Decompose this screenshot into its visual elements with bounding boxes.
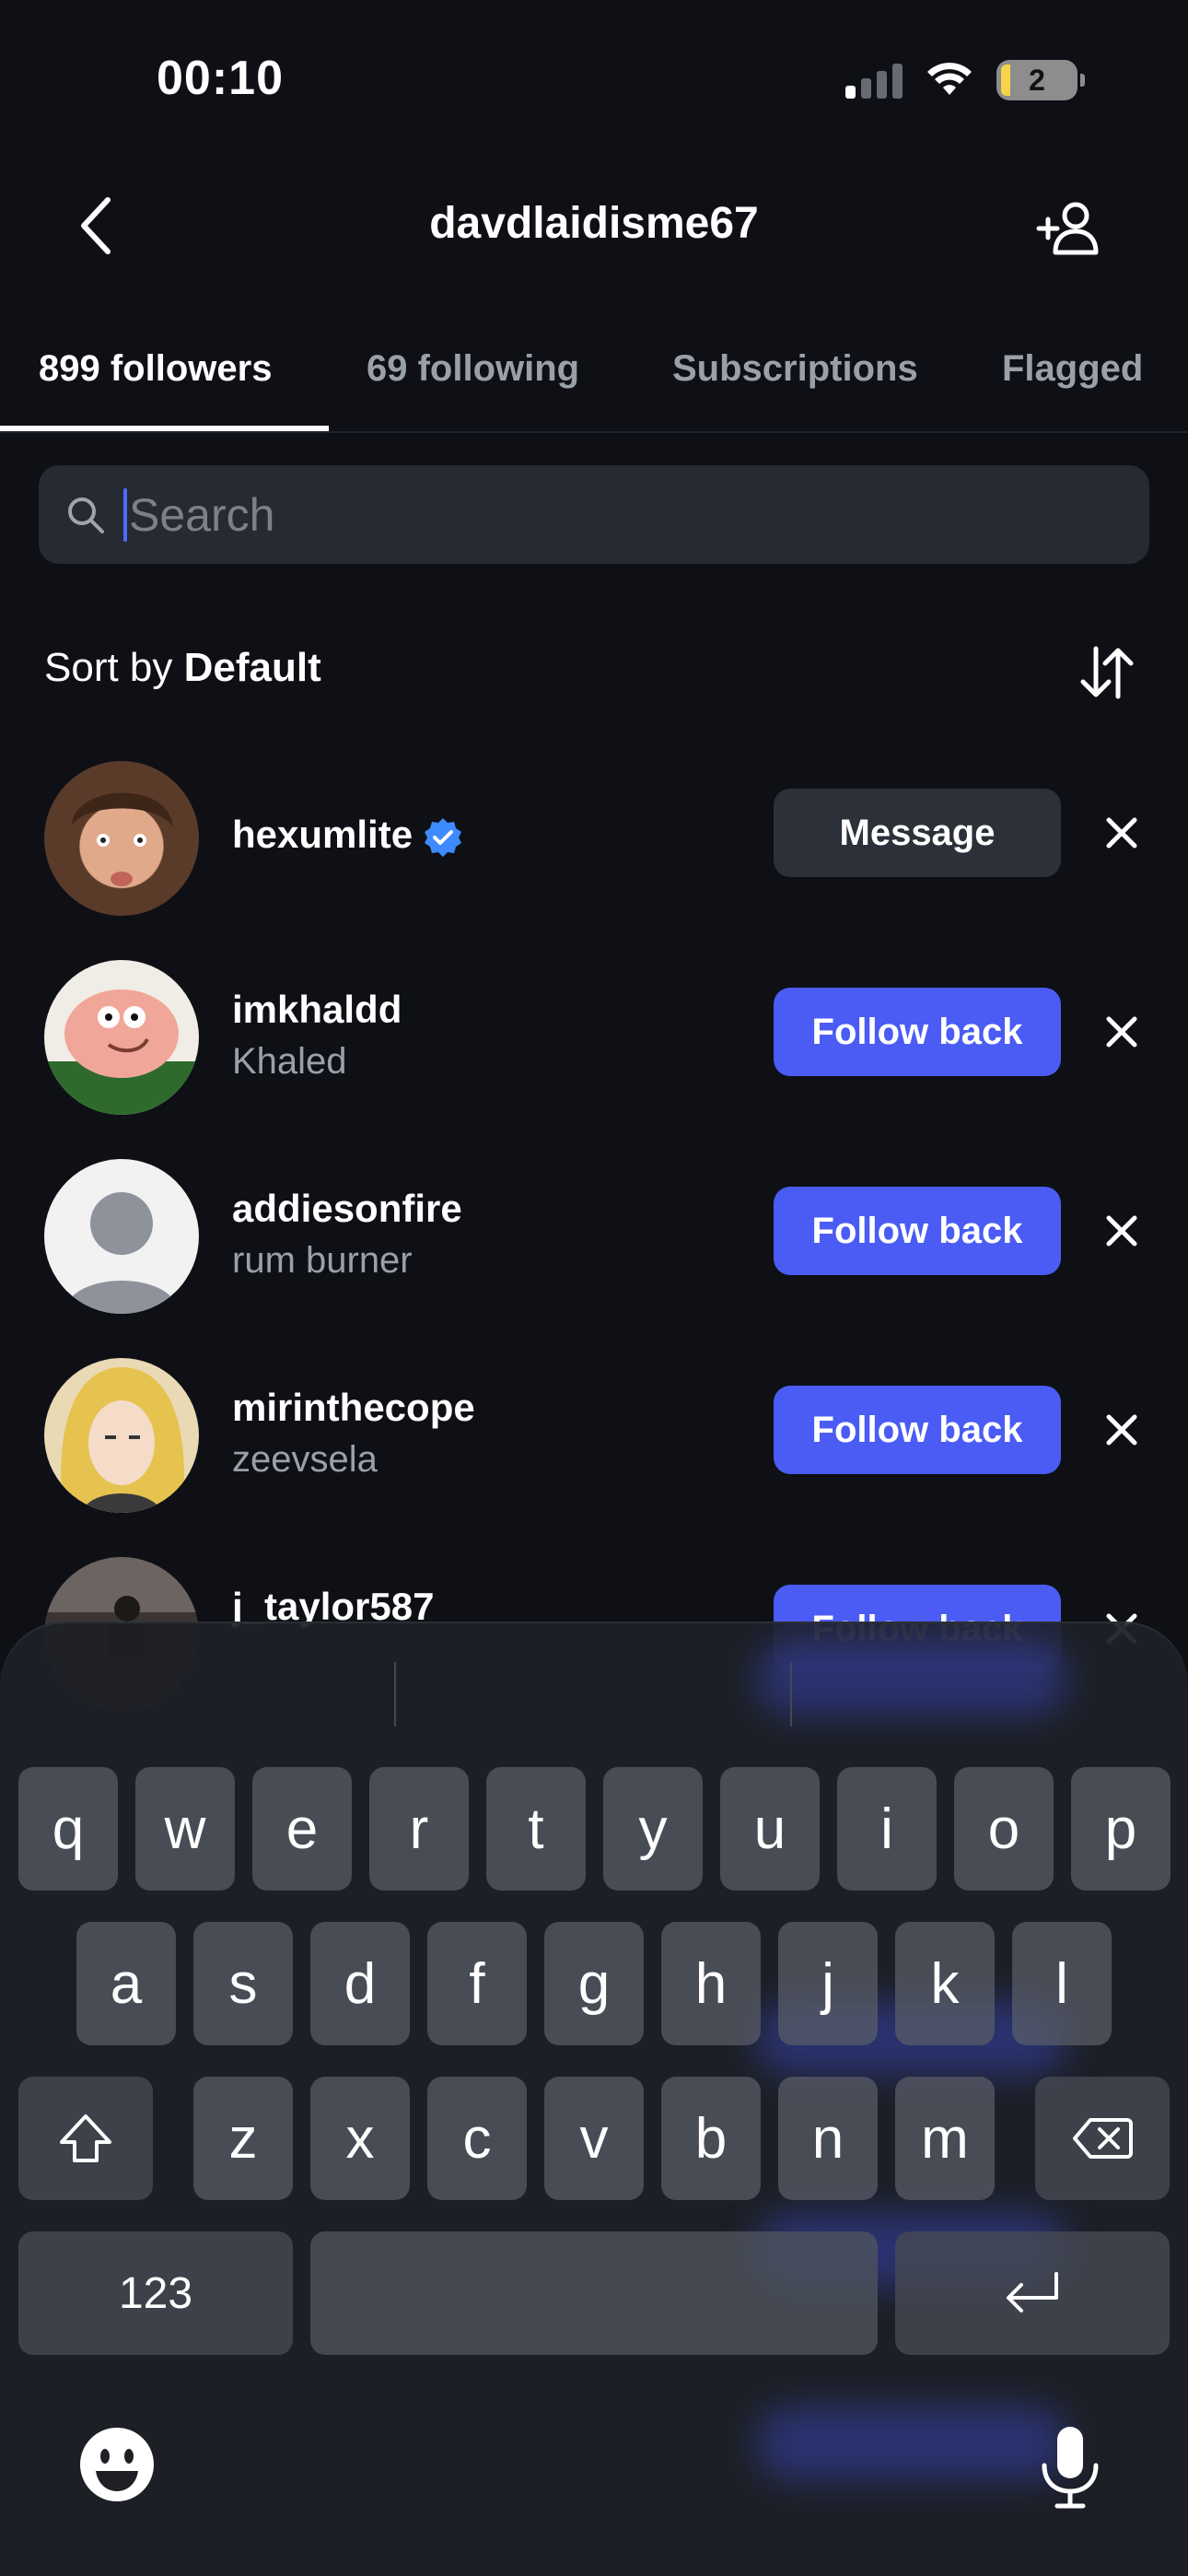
active-tab-indicator: [0, 426, 329, 431]
page-title: davdlaidisme67: [429, 199, 759, 248]
remove-follower-button[interactable]: [1094, 1004, 1149, 1060]
follow-back-button[interactable]: Follow back: [774, 1386, 1061, 1474]
key-c[interactable]: c: [427, 2077, 527, 2200]
key-x[interactable]: x: [310, 2077, 410, 2200]
list-item[interactable]: addiesonfire rum burner Follow back: [0, 1122, 1188, 1321]
display-name: Khaled: [232, 1041, 347, 1082]
key-s[interactable]: s: [193, 1922, 293, 2045]
username-text: hexumlite: [232, 813, 413, 856]
suggestion-divider: [394, 1662, 396, 1727]
key-o[interactable]: o: [954, 1767, 1054, 1891]
key-a[interactable]: a: [76, 1922, 176, 2045]
tab-following[interactable]: 69 following: [367, 348, 579, 390]
add-user-icon: [1036, 202, 1099, 255]
close-icon: [1106, 1215, 1137, 1247]
key-g[interactable]: g: [544, 1922, 644, 2045]
username[interactable]: addiesonfire: [232, 1187, 462, 1231]
battery-level: 2: [1029, 63, 1045, 97]
sort-arrows-icon: [1080, 646, 1134, 699]
return-key[interactable]: [895, 2231, 1170, 2355]
tab-bar: 899 followers 69 following Subscriptions…: [0, 341, 1188, 433]
key-m[interactable]: m: [895, 2077, 995, 2200]
search-icon: [64, 494, 107, 536]
text-cursor: [123, 487, 127, 542]
dictation-button[interactable]: [1035, 2423, 1105, 2512]
remove-follower-button[interactable]: [1094, 1203, 1149, 1259]
key-n[interactable]: n: [778, 2077, 878, 2200]
username[interactable]: mirinthecope: [232, 1386, 475, 1430]
key-v[interactable]: v: [544, 2077, 644, 2200]
backspace-icon: [1073, 2118, 1133, 2159]
key-f[interactable]: f: [427, 1922, 527, 2045]
username[interactable]: hexumlite: [232, 813, 464, 859]
sort-order-button[interactable]: [1070, 636, 1144, 709]
avatar[interactable]: [44, 1159, 199, 1314]
status-icons: 2: [845, 57, 1085, 103]
numbers-key[interactable]: 123: [18, 2231, 293, 2355]
remove-follower-button[interactable]: [1094, 1402, 1149, 1458]
backspace-key[interactable]: [1035, 2077, 1170, 2200]
microphone-icon: [1042, 2427, 1099, 2509]
battery-icon: 2: [996, 60, 1085, 100]
close-icon: [1106, 817, 1137, 849]
key-r[interactable]: r: [369, 1767, 469, 1891]
status-time: 00:10: [157, 52, 284, 105]
sort-value: Default: [183, 645, 321, 690]
key-u[interactable]: u: [720, 1767, 820, 1891]
space-bar[interactable]: [310, 2231, 878, 2355]
key-l[interactable]: l: [1012, 1922, 1112, 2045]
shift-key[interactable]: [18, 2077, 153, 2200]
list-item[interactable]: hexumlite Message: [0, 724, 1188, 923]
verified-badge-icon: [425, 817, 462, 857]
avatar[interactable]: [44, 960, 199, 1115]
avatar[interactable]: [44, 1358, 199, 1513]
suggestion-divider: [790, 1662, 792, 1727]
message-button[interactable]: Message: [774, 789, 1061, 877]
close-icon: [1106, 1414, 1137, 1446]
return-icon: [1007, 2272, 1058, 2313]
key-b[interactable]: b: [661, 2077, 761, 2200]
key-p[interactable]: p: [1071, 1767, 1171, 1891]
list-item[interactable]: mirinthecope zeevsela Follow back: [0, 1321, 1188, 1520]
search-input[interactable]: [129, 487, 1050, 542]
background-blur: [755, 2406, 1068, 2480]
emoji-icon: [80, 2428, 154, 2501]
key-e[interactable]: e: [252, 1767, 352, 1891]
list-item[interactable]: imkhaldd Khaled Follow back: [0, 923, 1188, 1122]
close-icon: [1106, 1016, 1137, 1048]
key-h[interactable]: h: [661, 1922, 761, 2045]
sort-prefix: Sort by: [44, 645, 173, 690]
background-blur: [755, 1642, 1068, 1715]
tab-subscriptions[interactable]: Subscriptions: [672, 348, 918, 390]
key-z[interactable]: z: [193, 2077, 293, 2200]
on-screen-keyboard: q w e r t y u i o p a s d f g h j k l z …: [0, 1623, 1188, 2576]
key-w[interactable]: w: [135, 1767, 235, 1891]
search-bar[interactable]: [39, 465, 1149, 564]
sort-label[interactable]: Sort by Default: [44, 645, 321, 691]
add-user-button[interactable]: [1031, 192, 1105, 265]
key-k[interactable]: k: [895, 1922, 995, 2045]
shift-icon: [60, 2114, 111, 2162]
display-name: rum burner: [232, 1240, 413, 1281]
tab-followers[interactable]: 899 followers: [39, 348, 272, 390]
follow-back-button[interactable]: Follow back: [774, 988, 1061, 1076]
emoji-button[interactable]: [77, 2425, 157, 2504]
header: davdlaidisme67: [0, 175, 1188, 276]
key-q[interactable]: q: [18, 1767, 118, 1891]
key-j[interactable]: j: [778, 1922, 878, 2045]
key-i[interactable]: i: [837, 1767, 937, 1891]
key-d[interactable]: d: [310, 1922, 410, 2045]
key-y[interactable]: y: [603, 1767, 703, 1891]
follow-back-button[interactable]: Follow back: [774, 1187, 1061, 1275]
username[interactable]: imkhaldd: [232, 988, 402, 1032]
avatar[interactable]: [44, 761, 199, 916]
tab-flagged[interactable]: Flagged: [1002, 348, 1143, 390]
username[interactable]: j_taylor587: [232, 1585, 434, 1629]
display-name: zeevsela: [232, 1439, 378, 1480]
cellular-signal-icon: [845, 62, 903, 99]
wifi-icon: [927, 63, 972, 95]
key-t[interactable]: t: [486, 1767, 586, 1891]
remove-follower-button[interactable]: [1094, 805, 1149, 861]
